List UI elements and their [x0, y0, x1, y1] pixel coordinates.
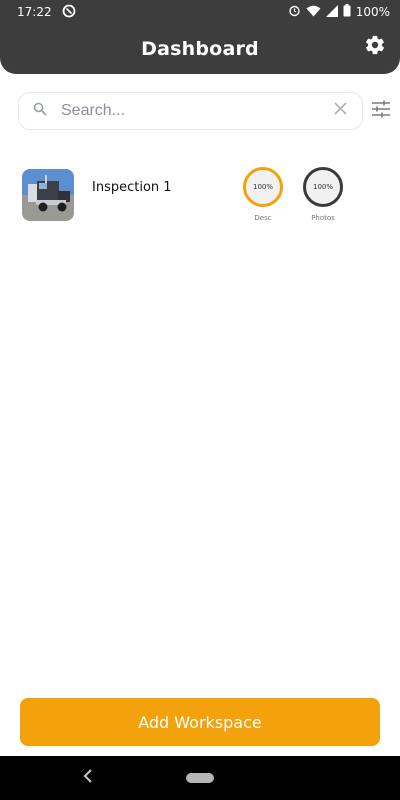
- page-title: Dashboard: [141, 38, 259, 60]
- close-icon: [333, 102, 347, 120]
- settings-button[interactable]: [362, 34, 388, 60]
- photos-progress-label: Photos: [311, 214, 335, 222]
- back-button[interactable]: [80, 768, 96, 788]
- photos-progress: 100% Photos: [302, 167, 344, 222]
- photos-progress-value: 100%: [312, 183, 333, 191]
- filter-button[interactable]: [370, 100, 392, 122]
- app-bar: Dashboard: [0, 24, 400, 74]
- search-icon: [33, 102, 47, 121]
- workspace-thumbnail: [22, 169, 74, 221]
- alarm-icon: [288, 4, 301, 20]
- desc-progress-label: Desc: [254, 214, 272, 222]
- search-input[interactable]: [61, 102, 330, 120]
- search-box: [18, 92, 363, 130]
- desc-progress-ring: 100%: [243, 167, 283, 207]
- add-workspace-button[interactable]: Add Workspace: [20, 698, 380, 746]
- status-left: 17:22: [17, 4, 76, 21]
- photos-progress-ring: 100%: [303, 167, 343, 207]
- battery-icon: [343, 4, 351, 20]
- workspace-title: Inspection 1: [92, 180, 172, 195]
- system-nav-bar: [0, 756, 400, 800]
- desc-progress: 100% Desc: [242, 167, 284, 222]
- back-icon: [83, 768, 93, 788]
- status-bar: 17:22 100%: [0, 0, 400, 24]
- clear-search-button[interactable]: [330, 101, 350, 121]
- sliders-icon: [371, 100, 391, 123]
- battery-percent: 100%: [355, 5, 390, 19]
- workspace-list-item[interactable]: Inspection 1 100% Desc 100% Photos: [0, 160, 400, 230]
- desc-progress-value: 100%: [252, 183, 273, 191]
- status-right: 100%: [288, 4, 390, 20]
- status-time: 17:22: [17, 5, 52, 19]
- home-pill-icon[interactable]: [186, 773, 214, 783]
- gear-icon: [364, 34, 386, 61]
- sync-icon: [62, 4, 76, 21]
- wifi-icon: [306, 5, 321, 20]
- signal-icon: [325, 4, 338, 20]
